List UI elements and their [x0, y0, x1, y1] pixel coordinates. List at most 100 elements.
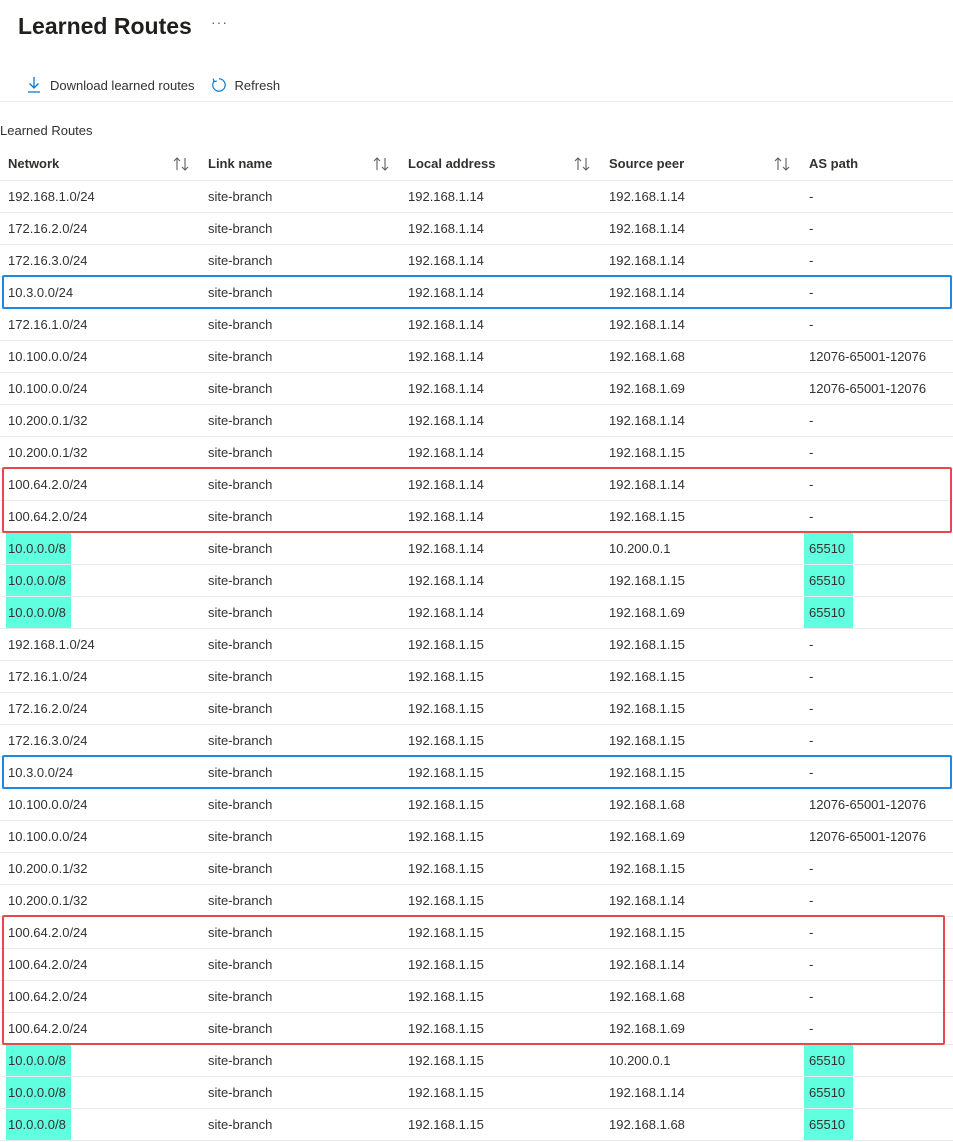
table-row[interactable]: 10.0.0.0/8 site-branch 192.168.1.14 192.168…	[0, 597, 953, 629]
cell-link-name: site-branch	[208, 669, 273, 684]
cell-local-address: 192.168.1.15	[408, 925, 484, 940]
column-header-link-name[interactable]: Link name	[208, 148, 272, 180]
cell-source-peer: 192.168.1.69	[609, 1021, 685, 1036]
cell-source-peer: 192.168.1.15	[609, 509, 685, 524]
cell-as-path: -	[809, 253, 814, 268]
cell-source-peer: 192.168.1.14	[609, 221, 685, 236]
cell-as-path: 65510	[809, 605, 846, 620]
table-row[interactable]: 100.64.2.0/24 site-branch 192.168.1.14 192.…	[0, 469, 953, 501]
cell-link-name: site-branch	[208, 637, 273, 652]
table-row[interactable]: 10.0.0.0/8 site-branch 192.168.1.15 10.200.…	[0, 1045, 953, 1077]
cell-network: 172.16.1.0/24	[8, 317, 88, 332]
cell-local-address: 192.168.1.14	[408, 477, 484, 492]
column-header-as-path[interactable]: AS path	[809, 148, 858, 180]
refresh-button[interactable]: Refresh	[211, 76, 280, 94]
sort-local-address-icon[interactable]	[573, 156, 591, 172]
cell-source-peer: 192.168.1.68	[609, 989, 685, 1004]
table-row[interactable]: 10.200.0.1/32 site-branch 192.168.1.15 192.…	[0, 885, 953, 917]
cell-as-path: -	[809, 733, 814, 748]
cell-link-name: site-branch	[208, 829, 273, 844]
sort-link-name-icon[interactable]	[372, 156, 390, 172]
cell-link-name: site-branch	[208, 1053, 273, 1068]
cell-as-path: 12076-65001-12076	[809, 349, 927, 364]
cell-as-path: -	[809, 413, 814, 428]
column-header-network[interactable]: Network	[8, 148, 59, 180]
cell-local-address: 192.168.1.14	[408, 221, 484, 236]
table-row[interactable]: 172.16.1.0/24 site-branch 192.168.1.14 192.…	[0, 309, 953, 341]
table-row[interactable]: 10.200.0.1/32 site-branch 192.168.1.14 192.…	[0, 405, 953, 437]
table-header: Network Link name Local address Source p…	[0, 148, 953, 181]
table-row[interactable]: 100.64.2.0/24 site-branch 192.168.1.15 192.…	[0, 949, 953, 981]
cell-link-name: site-branch	[208, 381, 273, 396]
cell-link-name: site-branch	[208, 957, 273, 972]
cell-source-peer: 10.200.0.1	[609, 1053, 671, 1068]
table-row[interactable]: 172.16.2.0/24 site-branch 192.168.1.15 192.…	[0, 693, 953, 725]
table-row[interactable]: 10.100.0.0/24 site-branch 192.168.1.14 192.…	[0, 341, 953, 373]
table-row[interactable]: 100.64.2.0/24 site-branch 192.168.1.15 192.…	[0, 917, 953, 949]
cell-as-path: -	[809, 989, 814, 1004]
table-row[interactable]: 10.200.0.1/32 site-branch 192.168.1.15 192.…	[0, 853, 953, 885]
cell-local-address: 192.168.1.15	[408, 861, 484, 876]
table-row[interactable]: 100.64.2.0/24 site-branch 192.168.1.15 192.…	[0, 1013, 953, 1045]
cell-local-address: 192.168.1.14	[408, 317, 484, 332]
cell-link-name: site-branch	[208, 189, 273, 204]
table-row[interactable]: 172.16.3.0/24 site-branch 192.168.1.15 192.…	[0, 725, 953, 757]
table-row[interactable]: 172.16.3.0/24 site-branch 192.168.1.14 192.…	[0, 245, 953, 277]
table-row[interactable]: 172.16.1.0/24 site-branch 192.168.1.15 192.…	[0, 661, 953, 693]
cell-as-path: -	[809, 861, 814, 876]
table-row[interactable]: 10.100.0.0/24 site-branch 192.168.1.14 192.…	[0, 373, 953, 405]
cell-source-peer: 192.168.1.15	[609, 573, 685, 588]
cell-as-path: -	[809, 317, 814, 332]
table-row[interactable]: 10.100.0.0/24 site-branch 192.168.1.15 192.…	[0, 821, 953, 853]
cell-local-address: 192.168.1.15	[408, 957, 484, 972]
cell-local-address: 192.168.1.14	[408, 509, 484, 524]
cell-local-address: 192.168.1.14	[408, 349, 484, 364]
column-header-local-address[interactable]: Local address	[408, 148, 495, 180]
cell-link-name: site-branch	[208, 1021, 273, 1036]
table-row[interactable]: 10.3.0.0/24 site-branch 192.168.1.15 192.16…	[0, 757, 953, 789]
cell-local-address: 192.168.1.15	[408, 1085, 484, 1100]
table-row[interactable]: 10.0.0.0/8 site-branch 192.168.1.15 192.168…	[0, 1109, 953, 1141]
cell-network: 192.168.1.0/24	[8, 189, 95, 204]
cell-as-path: -	[809, 1021, 814, 1036]
cell-source-peer: 192.168.1.14	[609, 413, 685, 428]
table-row[interactable]: 10.3.0.0/24 site-branch 192.168.1.14 192.16…	[0, 277, 953, 309]
more-options-icon[interactable]: ···	[211, 14, 228, 30]
cell-source-peer: 192.168.1.14	[609, 285, 685, 300]
table-body: 192.168.1.0/24 site-branch 192.168.1.14 192…	[0, 181, 953, 1141]
cell-source-peer: 192.168.1.68	[609, 1117, 685, 1132]
cell-local-address: 192.168.1.14	[408, 285, 484, 300]
cell-local-address: 192.168.1.15	[408, 637, 484, 652]
table-row[interactable]: 10.100.0.0/24 site-branch 192.168.1.15 192.…	[0, 789, 953, 821]
table-row[interactable]: 10.0.0.0/8 site-branch 192.168.1.15 192.168…	[0, 1077, 953, 1109]
cell-link-name: site-branch	[208, 893, 273, 908]
sort-source-peer-icon[interactable]	[773, 156, 791, 172]
cell-network: 10.200.0.1/32	[8, 861, 88, 876]
cell-network: 10.3.0.0/24	[8, 285, 74, 300]
table-row[interactable]: 172.16.2.0/24 site-branch 192.168.1.14 192.…	[0, 213, 953, 245]
cell-local-address: 192.168.1.15	[408, 797, 484, 812]
table-row[interactable]: 100.64.2.0/24 site-branch 192.168.1.15 192.…	[0, 981, 953, 1013]
cell-local-address: 192.168.1.15	[408, 829, 484, 844]
cell-source-peer: 192.168.1.14	[609, 1085, 685, 1100]
column-header-source-peer[interactable]: Source peer	[609, 148, 684, 180]
table-row[interactable]: 192.168.1.0/24 site-branch 192.168.1.14 192…	[0, 181, 953, 213]
table-row[interactable]: 10.200.0.1/32 site-branch 192.168.1.14 192.…	[0, 437, 953, 469]
cell-local-address: 192.168.1.15	[408, 733, 484, 748]
cell-local-address: 192.168.1.15	[408, 669, 484, 684]
cell-link-name: site-branch	[208, 253, 273, 268]
download-learned-routes-button[interactable]: Download learned routes	[26, 76, 195, 94]
cell-link-name: site-branch	[208, 573, 273, 588]
table-row[interactable]: 192.168.1.0/24 site-branch 192.168.1.15 192…	[0, 629, 953, 661]
cell-network: 172.16.3.0/24	[8, 733, 88, 748]
cell-link-name: site-branch	[208, 541, 273, 556]
cell-local-address: 192.168.1.14	[408, 413, 484, 428]
table-row[interactable]: 10.0.0.0/8 site-branch 192.168.1.14 10.200.…	[0, 533, 953, 565]
sort-network-icon[interactable]	[172, 156, 190, 172]
cell-network: 10.3.0.0/24	[8, 765, 74, 780]
table-row[interactable]: 10.0.0.0/8 site-branch 192.168.1.14 192.168…	[0, 565, 953, 597]
cell-link-name: site-branch	[208, 1085, 273, 1100]
refresh-icon	[211, 76, 227, 94]
cell-network: 192.168.1.0/24	[8, 637, 95, 652]
table-row[interactable]: 100.64.2.0/24 site-branch 192.168.1.14 192.…	[0, 501, 953, 533]
